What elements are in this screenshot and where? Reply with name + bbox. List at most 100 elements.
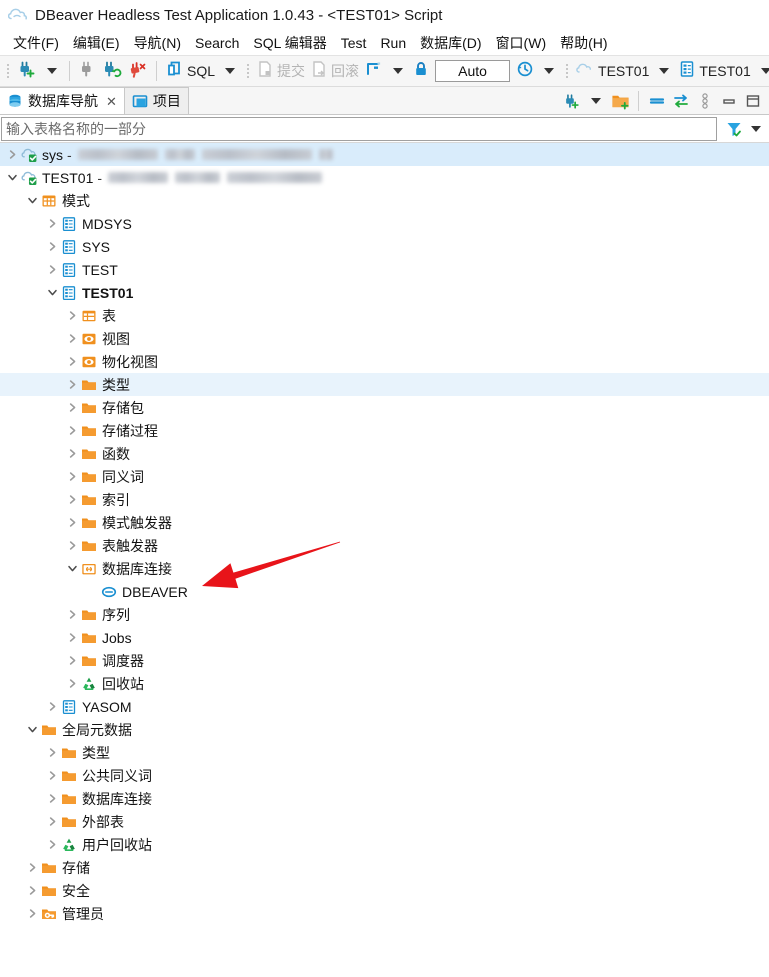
tree-item-Jobs[interactable]: Jobs (0, 626, 769, 649)
maximize-button[interactable] (742, 90, 764, 112)
menu-database[interactable]: 数据库(D) (413, 31, 488, 55)
chevron-right-icon[interactable] (25, 902, 40, 925)
tree-item-TEST[interactable]: TEST (0, 258, 769, 281)
toolbar-grip-3[interactable] (563, 61, 571, 81)
menu-window[interactable]: 窗口(W) (489, 31, 554, 55)
filter-settings-button[interactable] (723, 118, 745, 140)
tree-item-索引[interactable]: 索引 (0, 488, 769, 511)
tab-projects[interactable]: 项目 (124, 87, 189, 114)
tree-item-全局元数据[interactable]: 全局元数据 (0, 718, 769, 741)
tree-item-SYS[interactable]: SYS (0, 235, 769, 258)
search-input[interactable] (1, 116, 717, 141)
new-folder-button[interactable] (609, 90, 631, 112)
chevron-down-icon[interactable] (65, 557, 80, 580)
tree-item-安全[interactable]: 安全 (0, 879, 769, 902)
menu-sql-editor[interactable]: SQL 编辑器 (246, 31, 333, 55)
new-connection-button[interactable] (14, 59, 40, 83)
chevron-right-icon[interactable] (45, 764, 60, 787)
tree-item-数据库连接[interactable]: 数据库连接 (0, 787, 769, 810)
menu-test[interactable]: Test (334, 33, 374, 53)
close-icon[interactable]: ✕ (106, 95, 117, 108)
transaction-auto-value[interactable]: Auto (435, 60, 511, 82)
menu-navigate[interactable]: 导航(N) (127, 31, 188, 55)
menu-search[interactable]: Search (188, 33, 246, 53)
tree-item-TEST01[interactable]: TEST01 (0, 281, 769, 304)
reconnect-button[interactable] (99, 59, 125, 83)
new-connection-view-button[interactable] (561, 90, 583, 112)
chevron-right-icon[interactable] (45, 258, 60, 281)
menu-run[interactable]: Run (373, 33, 413, 53)
chevron-right-icon[interactable] (65, 465, 80, 488)
tree-item-公共同义词[interactable]: 公共同义词 (0, 764, 769, 787)
disconnect-button[interactable] (75, 59, 99, 83)
transaction-mode-dropdown-caret[interactable] (393, 68, 404, 74)
transaction-log-button[interactable] (513, 59, 537, 83)
toolbar-grip[interactable] (4, 61, 12, 81)
tree-item-DBEAVER[interactable]: DBEAVER (0, 580, 769, 603)
tree-item-调度器[interactable]: 调度器 (0, 649, 769, 672)
chevron-right-icon[interactable] (45, 833, 60, 856)
rollback-button[interactable]: 回滚 (308, 59, 362, 83)
transaction-log-dropdown-caret[interactable] (544, 68, 555, 74)
tree-item-sys[interactable]: sys - (0, 143, 769, 166)
filter-dropdown-button[interactable] (745, 118, 767, 140)
active-connection-selector[interactable]: TEST01 (573, 59, 652, 83)
menu-help[interactable]: 帮助(H) (553, 31, 614, 55)
tree-item-数据库连接[interactable]: 数据库连接 (0, 557, 769, 580)
tree-item-存储[interactable]: 存储 (0, 856, 769, 879)
tree-item-模式触发器[interactable]: 模式触发器 (0, 511, 769, 534)
chevron-right-icon[interactable] (65, 350, 80, 373)
chevron-right-icon[interactable] (45, 787, 60, 810)
commit-button[interactable]: 提交 (254, 59, 308, 83)
chevron-right-icon[interactable] (45, 212, 60, 235)
toolbar-grip-2[interactable] (244, 61, 252, 81)
new-sql-editor-button[interactable]: SQL (162, 59, 218, 83)
tree-item-物化视图[interactable]: 物化视图 (0, 350, 769, 373)
menu-file[interactable]: 文件(F) (6, 31, 66, 55)
tree-item-TEST01[interactable]: TEST01- (0, 166, 769, 189)
chevron-down-icon[interactable] (25, 718, 40, 741)
tab-database-navigator[interactable]: 数据库导航 ✕ (0, 87, 125, 114)
tree-item-同义词[interactable]: 同义词 (0, 465, 769, 488)
chevron-right-icon[interactable] (65, 373, 80, 396)
tree-item-管理员[interactable]: 管理员 (0, 902, 769, 925)
tree-item-类型[interactable]: 类型 (0, 741, 769, 764)
tree-item-存储包[interactable]: 存储包 (0, 396, 769, 419)
tree-item-序列[interactable]: 序列 (0, 603, 769, 626)
chevron-right-icon[interactable] (65, 488, 80, 511)
chevron-right-icon[interactable] (5, 143, 20, 166)
tree-item-用户回收站[interactable]: 用户回收站 (0, 833, 769, 856)
chevron-right-icon[interactable] (65, 304, 80, 327)
tree-item-表触发器[interactable]: 表触发器 (0, 534, 769, 557)
tree-item-函数[interactable]: 函数 (0, 442, 769, 465)
chevron-right-icon[interactable] (65, 327, 80, 350)
tree-item-存储过程[interactable]: 存储过程 (0, 419, 769, 442)
chevron-down-icon[interactable] (5, 166, 20, 189)
tree-item-表[interactable]: 表 (0, 304, 769, 327)
chevron-right-icon[interactable] (45, 741, 60, 764)
chevron-right-icon[interactable] (65, 534, 80, 557)
chevron-right-icon[interactable] (65, 649, 80, 672)
chevron-right-icon[interactable] (65, 419, 80, 442)
chevron-right-icon[interactable] (45, 235, 60, 258)
new-connection-dropdown-caret[interactable] (47, 68, 57, 74)
tree-item-外部表[interactable]: 外部表 (0, 810, 769, 833)
new-connection-view-dropdown[interactable] (585, 90, 607, 112)
invalidate-connection-button[interactable] (125, 59, 151, 83)
view-menu-button[interactable] (694, 90, 716, 112)
database-navigator-tree[interactable]: sys - TEST01- 模式 MDSYS SYS TEST TEST01 表… (0, 143, 769, 965)
chevron-right-icon[interactable] (45, 810, 60, 833)
schema-dropdown-caret[interactable] (760, 68, 769, 74)
sql-editor-dropdown-caret[interactable] (225, 68, 236, 74)
chevron-down-icon[interactable] (25, 189, 40, 212)
chevron-right-icon[interactable] (65, 603, 80, 626)
lock-button[interactable] (410, 59, 432, 83)
chevron-right-icon[interactable] (25, 879, 40, 902)
tree-item-模式[interactable]: 模式 (0, 189, 769, 212)
transaction-mode-button[interactable] (362, 59, 386, 83)
chevron-down-icon[interactable] (45, 281, 60, 304)
chevron-right-icon[interactable] (65, 511, 80, 534)
chevron-right-icon[interactable] (65, 442, 80, 465)
tree-item-MDSYS[interactable]: MDSYS (0, 212, 769, 235)
tree-item-类型[interactable]: 类型 (0, 373, 769, 396)
